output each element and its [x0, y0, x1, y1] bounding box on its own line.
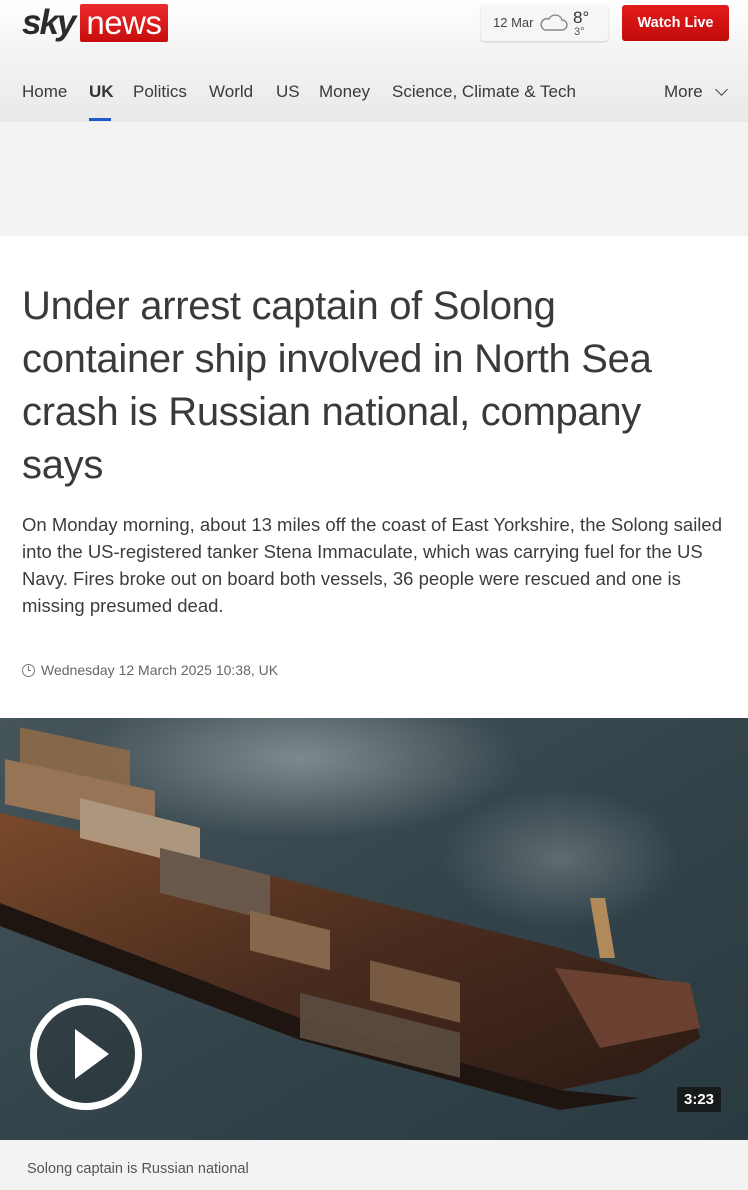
weather-high-temp: 8° [573, 8, 590, 27]
nav-item-uk[interactable]: UK [89, 82, 114, 102]
nav-item-politics[interactable]: Politics [133, 82, 187, 102]
logo-sky-text: sky [22, 3, 76, 42]
play-icon [75, 1029, 109, 1079]
article-timestamp: Wednesday 12 March 2025 10:38, UK [22, 662, 278, 678]
nav-more-label: More [664, 82, 703, 101]
video-caption: Solong captain is Russian national [27, 1161, 249, 1177]
article-headline: Under arrest captain of Solong container… [22, 284, 652, 487]
site-header: sky news 12 Mar 8° 3° Watch Live Home UK… [0, 0, 748, 122]
weather-widget[interactable]: 12 Mar 8° 3° [481, 5, 608, 41]
play-button[interactable] [30, 998, 142, 1110]
sky-news-logo[interactable]: sky news [22, 3, 169, 42]
timestamp-text: Wednesday 12 March 2025 10:38, UK [41, 662, 279, 678]
watch-live-button[interactable]: Watch Live [622, 5, 729, 41]
nav-item-us[interactable]: US [276, 82, 300, 102]
nav-active-indicator [89, 118, 111, 121]
chevron-down-icon [714, 83, 728, 96]
cloud-icon [540, 14, 568, 31]
article-standfirst: On Monday morning, about 13 miles off th… [22, 514, 722, 616]
nav-item-money[interactable]: Money [319, 82, 370, 102]
nav-item-science-climate-tech[interactable]: Science, Climate & Tech [392, 82, 576, 102]
logo-news-text: news [80, 4, 169, 42]
weather-date: 12 Mar [493, 15, 534, 30]
advert-slot [0, 122, 748, 236]
main-nav: Home UK Politics World US Money Science,… [0, 70, 748, 122]
video-duration: 3:23 [677, 1087, 722, 1112]
nav-item-home[interactable]: Home [22, 82, 67, 102]
clock-icon [22, 663, 35, 677]
nav-item-world[interactable]: World [209, 82, 253, 102]
nav-more-button[interactable]: More [664, 82, 728, 102]
weather-low-temp: 3° [574, 26, 585, 38]
